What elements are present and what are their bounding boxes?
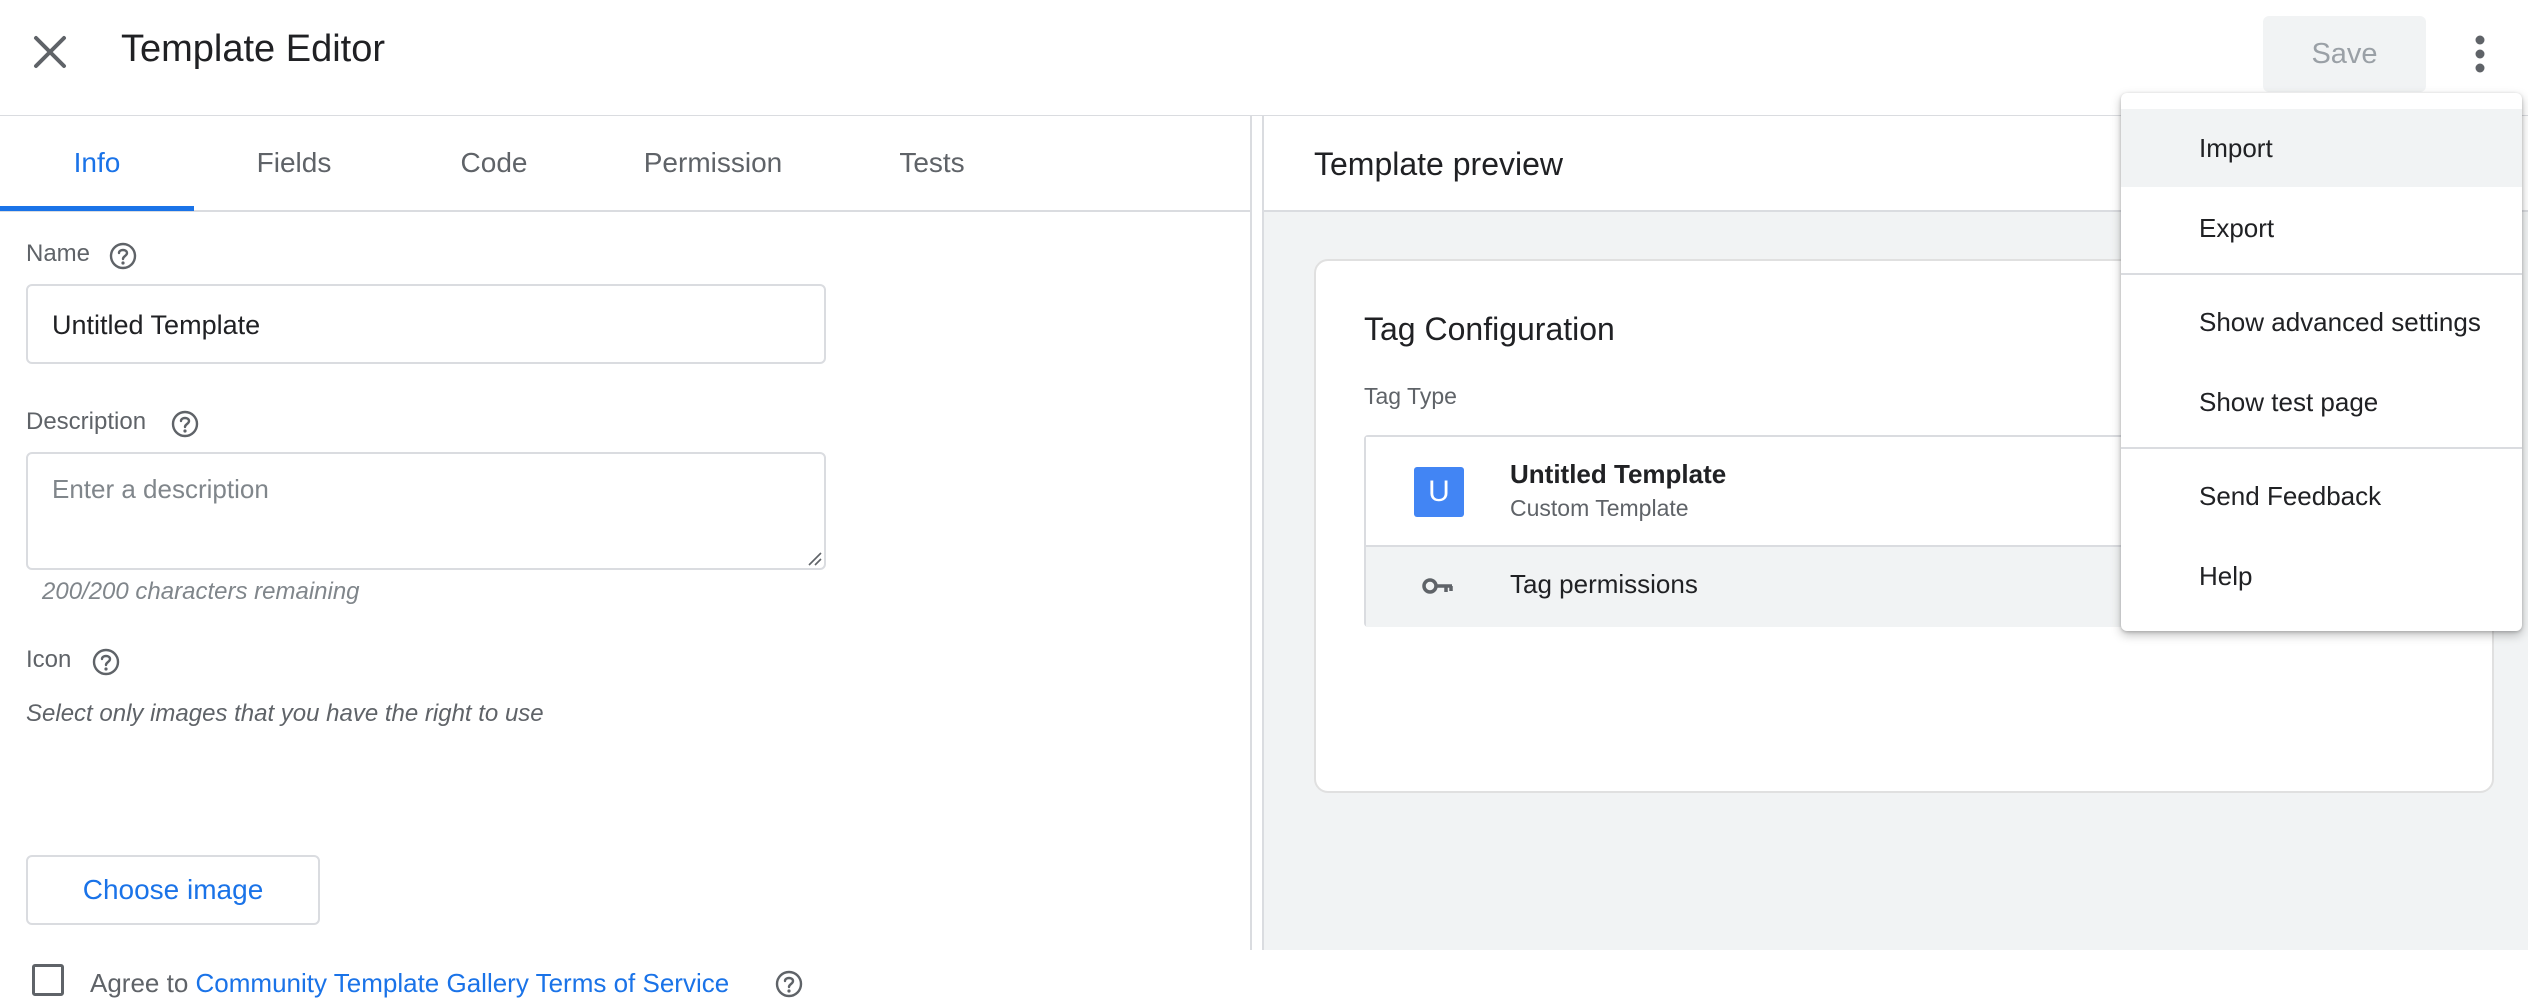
- save-button[interactable]: Save: [2263, 16, 2426, 92]
- tag-type-label: Tag Type: [1364, 383, 1457, 409]
- help-icon[interactable]: [170, 409, 200, 439]
- description-placeholder: Enter a description: [52, 474, 269, 504]
- name-field[interactable]: Untitled Template: [26, 284, 826, 364]
- card-title: Tag Configuration: [1364, 311, 1615, 347]
- tab-code[interactable]: Code: [394, 116, 594, 210]
- menu-item-import[interactable]: Import: [2121, 109, 2522, 187]
- tag-permissions-label: Tag permissions: [1510, 569, 1698, 599]
- agree-checkbox[interactable]: [32, 964, 64, 996]
- description-field[interactable]: Enter a description: [26, 452, 826, 570]
- tab-active-indicator: [0, 206, 194, 211]
- template-badge: U: [1414, 467, 1464, 517]
- close-icon[interactable]: [24, 26, 76, 78]
- menu-item-export[interactable]: Export: [2121, 189, 2522, 267]
- resize-handle-icon[interactable]: [806, 550, 822, 566]
- tab-info[interactable]: Info: [0, 116, 194, 210]
- tab-bar: Info Fields Code Permission Tests: [0, 116, 1250, 212]
- agree-prefix: Agree to: [90, 968, 189, 998]
- name-label: Name: [26, 240, 91, 267]
- page-title: Template Editor: [121, 28, 386, 70]
- menu-item-show-test-page[interactable]: Show test page: [2121, 363, 2522, 441]
- tab-tests[interactable]: Tests: [832, 116, 1032, 210]
- tag-description: Custom Template: [1510, 495, 1689, 521]
- menu-item-show-advanced-settings[interactable]: Show advanced settings: [2121, 283, 2522, 361]
- help-icon[interactable]: [774, 969, 804, 999]
- menu-item-help[interactable]: Help: [2121, 537, 2522, 615]
- overflow-menu: Import Export Show advanced settings Sho…: [2121, 93, 2522, 631]
- editor-panel: Info Fields Code Permission Tests Name U…: [0, 116, 1250, 998]
- tag-name: Untitled Template: [1510, 459, 1727, 489]
- key-icon: [1422, 578, 1453, 594]
- agree-text: Agree to Community Template Gallery Term…: [90, 968, 729, 999]
- menu-divider: [2121, 447, 2522, 449]
- description-label: Description: [26, 408, 147, 435]
- tab-fields[interactable]: Fields: [194, 116, 394, 210]
- help-icon[interactable]: [91, 647, 121, 677]
- more-vert-icon[interactable]: [2460, 24, 2500, 84]
- icon-hint: Select only images that you have the rig…: [26, 700, 544, 727]
- tos-link[interactable]: Community Template Gallery Terms of Serv…: [196, 968, 730, 998]
- help-icon[interactable]: [108, 241, 138, 271]
- menu-divider: [2121, 273, 2522, 275]
- name-field-value: Untitled Template: [52, 310, 261, 340]
- choose-image-button[interactable]: Choose image: [26, 855, 320, 925]
- menu-item-send-feedback[interactable]: Send Feedback: [2121, 457, 2522, 535]
- panel-divider[interactable]: [1250, 116, 1264, 950]
- tab-permission[interactable]: Permission: [594, 116, 832, 210]
- char-counter: 200/200 characters remaining: [42, 578, 360, 605]
- preview-title: Template preview: [1314, 146, 1563, 182]
- icon-label: Icon: [26, 646, 72, 673]
